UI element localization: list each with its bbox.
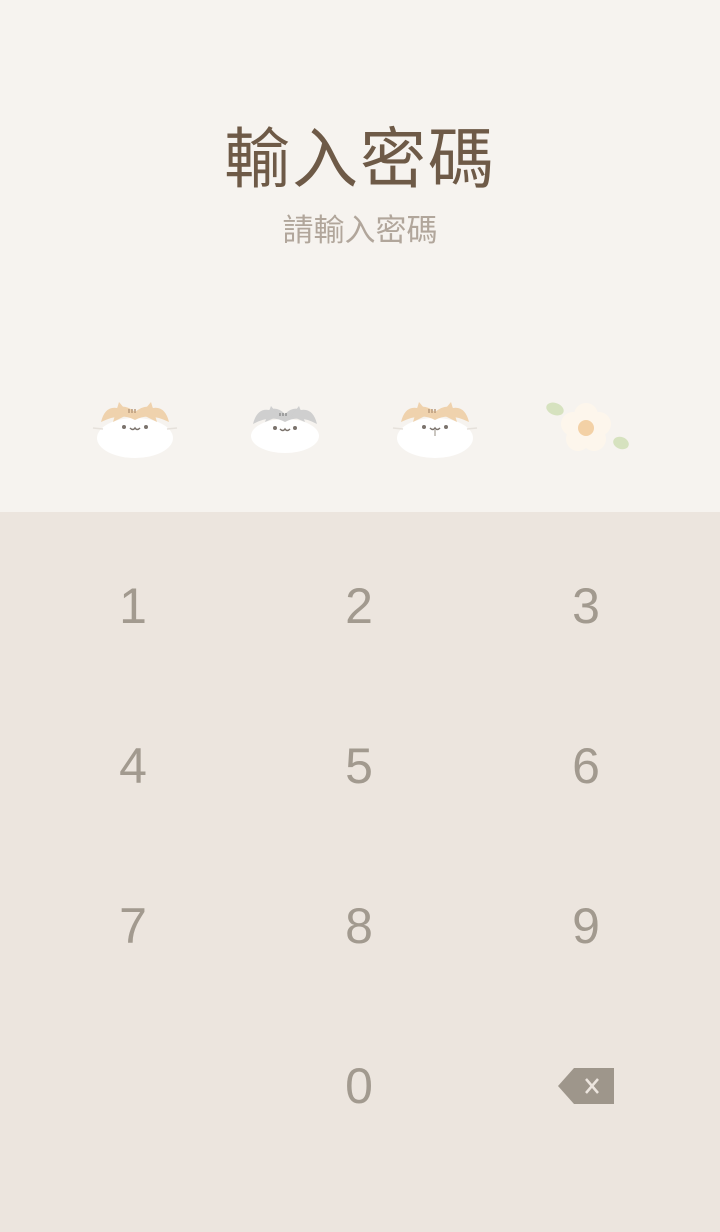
key-4[interactable]: 4: [33, 706, 233, 826]
pin-indicator-2: [239, 392, 331, 464]
page-subtitle: 請輸入密碼: [282, 213, 438, 249]
key-7[interactable]: 7: [33, 866, 233, 986]
key-0[interactable]: 0: [259, 1026, 459, 1146]
key-8[interactable]: 8: [259, 866, 459, 986]
orange-cat-icon: [92, 402, 178, 458]
key-5[interactable]: 5: [259, 706, 459, 826]
pin-indicator-4: [540, 392, 632, 464]
gray-cat-icon: [251, 406, 319, 453]
key-6[interactable]: 6: [486, 706, 686, 826]
orange-cat-icon: [392, 402, 478, 458]
key-3[interactable]: 3: [486, 546, 686, 666]
key-2[interactable]: 2: [259, 546, 459, 666]
key-9[interactable]: 9: [486, 866, 686, 986]
header-area: 輸入密碼 請輸入密碼: [0, 0, 720, 512]
flower-icon: [546, 402, 629, 451]
key-1[interactable]: 1: [33, 546, 233, 666]
pin-indicator-3: [389, 392, 481, 464]
pin-indicator-1: [89, 392, 181, 464]
backspace-icon: [558, 1068, 614, 1104]
keypad: 1 2 3 4 5 6 7 8 9 0: [0, 512, 720, 1232]
page-title: 輸入密碼: [224, 121, 496, 198]
empty-key: [33, 1026, 233, 1146]
backspace-button[interactable]: [486, 1026, 686, 1146]
